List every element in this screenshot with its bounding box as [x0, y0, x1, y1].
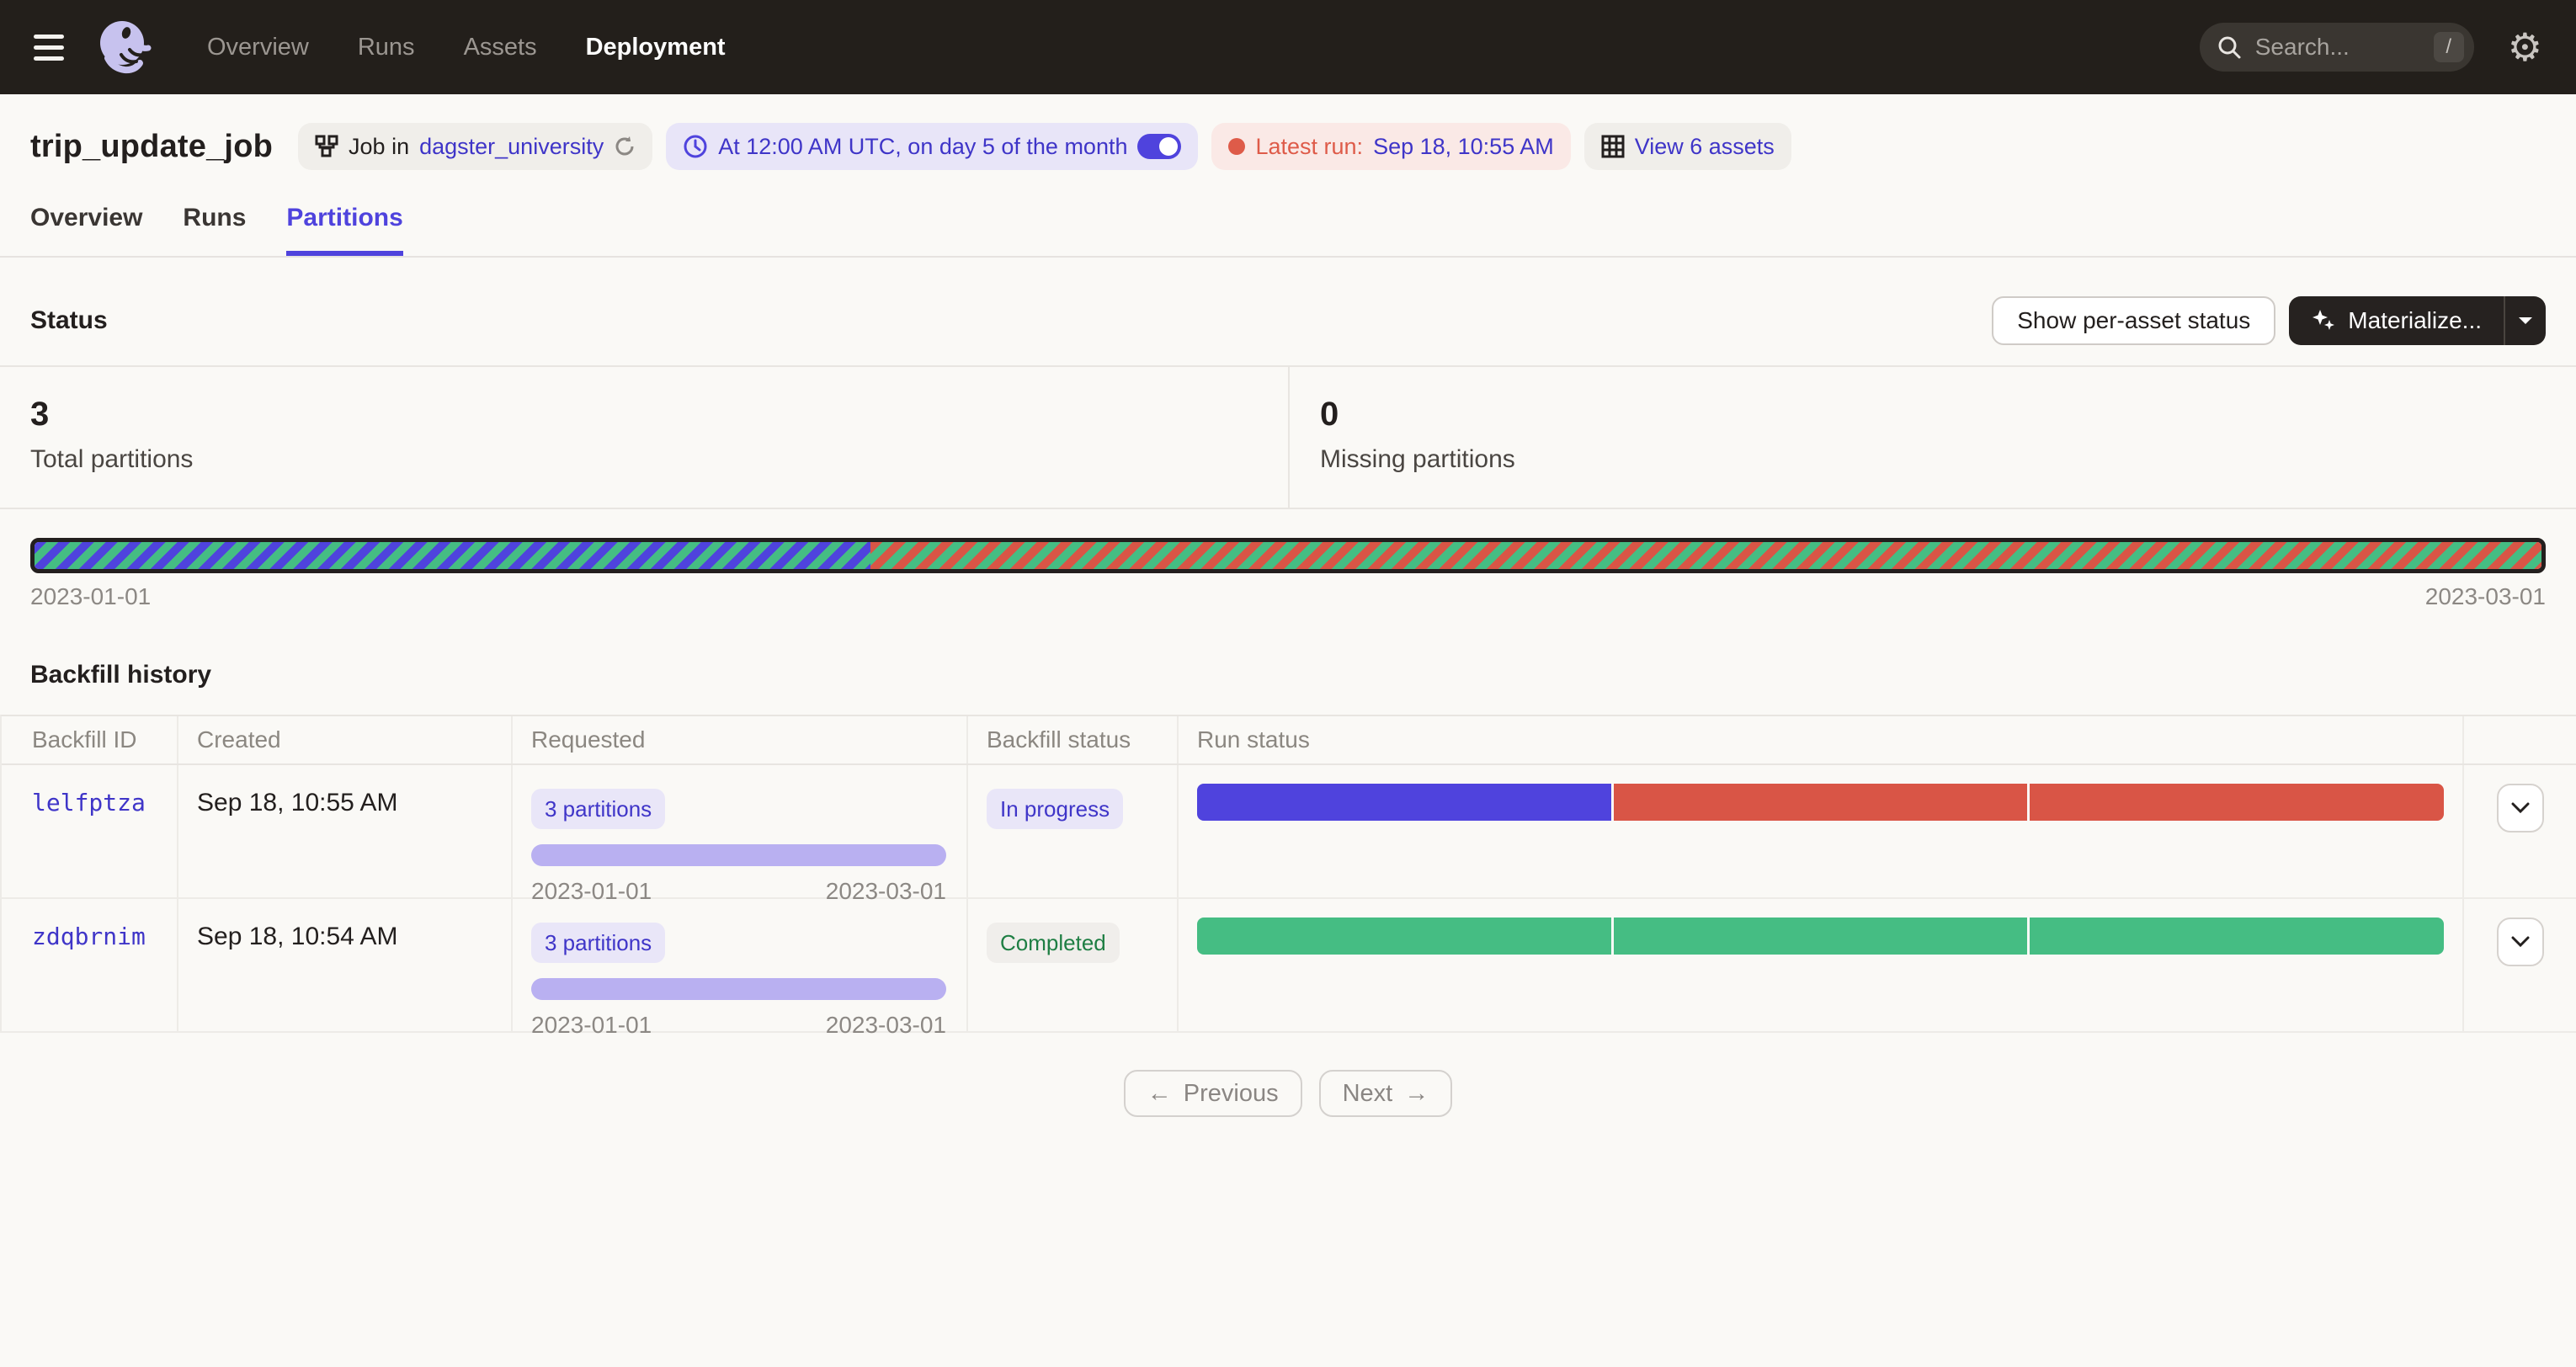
- job-graph-icon: [315, 135, 338, 158]
- schedule-label: At 12:00 AM UTC, on day 5 of the month: [718, 134, 1127, 160]
- stat-missing-partitions: 0 Missing partitions: [1288, 367, 2576, 508]
- schedule-toggle[interactable]: [1137, 134, 1181, 159]
- search-icon: [2217, 35, 2242, 60]
- requested-range-bar: [531, 978, 946, 1000]
- partition-status-bar-section: 2023-01-01 2023-03-01: [30, 538, 2546, 610]
- top-nav: Overview Runs Assets Deployment Search..…: [0, 0, 2576, 94]
- backfill-id-link[interactable]: lelfptza: [32, 789, 146, 816]
- missing-partitions-label: Missing partitions: [1320, 445, 2546, 474]
- backfill-table-header: Backfill ID Created Requested Backfill s…: [2, 716, 2576, 765]
- materialize-split-button: Materialize...: [2289, 296, 2546, 345]
- partitions-count-badge[interactable]: 3 partitions: [531, 789, 665, 829]
- tab-overview[interactable]: Overview: [30, 204, 142, 256]
- partition-range-end: 2023-03-01: [2425, 583, 2546, 610]
- sparkle-icon: [2311, 308, 2336, 333]
- run-segment[interactable]: [1197, 784, 1611, 821]
- status-section-header: Status Show per-asset status Materialize…: [0, 295, 2576, 347]
- partition-bar-segment-2[interactable]: [870, 542, 2541, 569]
- arrow-right-icon: →: [1404, 1080, 1429, 1108]
- created-value: Sep 18, 10:54 AM: [197, 923, 398, 950]
- tab-partitions[interactable]: Partitions: [286, 204, 402, 256]
- col-backfill-status: Backfill status: [968, 716, 1179, 763]
- asset-grid-icon: [1601, 135, 1625, 158]
- latest-run-link[interactable]: Sep 18, 10:55 AM: [1373, 134, 1554, 160]
- requested-end-date: 2023-03-01: [826, 1012, 946, 1039]
- nav-links: Overview Runs Assets Deployment: [207, 34, 726, 61]
- col-expand: [2464, 716, 2576, 763]
- backfill-history-table: Backfill ID Created Requested Backfill s…: [0, 715, 2576, 1033]
- status-heading: Status: [30, 306, 108, 335]
- reload-icon[interactable]: [614, 136, 636, 157]
- partition-range-start: 2023-01-01: [30, 583, 151, 610]
- arrow-left-icon: ←: [1147, 1080, 1172, 1108]
- search-input[interactable]: Search... /: [2200, 23, 2474, 72]
- run-segment[interactable]: [1614, 918, 2028, 955]
- table-row: lelfptza Sep 18, 10:55 AM 3 partitions 2…: [2, 765, 2576, 899]
- backfill-status-badge: In progress: [987, 789, 1123, 829]
- col-backfill-id: Backfill ID: [2, 716, 178, 763]
- caret-down-icon: [2518, 316, 2533, 326]
- job-tabs: Overview Runs Partitions: [0, 204, 2576, 258]
- partition-bar-segment-1[interactable]: [35, 542, 870, 569]
- latest-run-tag: Latest run: Sep 18, 10:55 AM: [1211, 123, 1570, 170]
- expand-row-button[interactable]: [2497, 784, 2544, 832]
- repo-link[interactable]: dagster_university: [419, 134, 604, 160]
- partition-stats: 3 Total partitions 0 Missing partitions: [0, 365, 2576, 509]
- col-requested: Requested: [513, 716, 968, 763]
- view-assets-tag: View 6 assets: [1584, 123, 1791, 170]
- created-value: Sep 18, 10:55 AM: [197, 789, 398, 816]
- page-title: trip_update_job: [30, 129, 273, 165]
- clock-icon: [683, 134, 708, 159]
- job-header: trip_update_job Job in dagster_universit…: [0, 120, 2576, 173]
- total-partitions-value: 3: [30, 396, 1258, 434]
- chevron-down-icon: [2511, 936, 2530, 948]
- col-run-status: Run status: [1179, 716, 2464, 763]
- run-status-bar[interactable]: [1197, 784, 2444, 821]
- next-page-button[interactable]: Next →: [1319, 1070, 1453, 1117]
- partition-status-bar[interactable]: [30, 538, 2546, 573]
- backfill-id-link[interactable]: zdqbrnim: [32, 923, 146, 950]
- nav-link-assets[interactable]: Assets: [464, 34, 537, 61]
- run-segment[interactable]: [2030, 918, 2444, 955]
- run-segment[interactable]: [1614, 784, 2028, 821]
- requested-start-date: 2023-01-01: [531, 1012, 652, 1039]
- materialize-button[interactable]: Materialize...: [2289, 296, 2504, 345]
- dagster-logo-icon[interactable]: [96, 18, 152, 77]
- materialize-dropdown-button[interactable]: [2504, 296, 2546, 345]
- run-segment[interactable]: [2030, 784, 2444, 821]
- previous-page-button[interactable]: ← Previous: [1124, 1070, 1302, 1117]
- stat-total-partitions: 3 Total partitions: [0, 367, 1288, 508]
- backfill-history-heading: Backfill history: [30, 661, 2546, 689]
- backfill-status-badge: Completed: [987, 923, 1120, 963]
- run-status-bar[interactable]: [1197, 918, 2444, 955]
- requested-range-bar: [531, 844, 946, 866]
- run-status-dot: [1228, 138, 1245, 155]
- missing-partitions-value: 0: [1320, 396, 2546, 434]
- view-assets-link[interactable]: View 6 assets: [1635, 134, 1775, 160]
- run-segment[interactable]: [1197, 918, 1611, 955]
- schedule-tag: At 12:00 AM UTC, on day 5 of the month: [666, 123, 1198, 170]
- pagination: ← Previous Next →: [0, 1070, 2576, 1117]
- nav-link-deployment[interactable]: Deployment: [586, 34, 726, 61]
- tab-runs[interactable]: Runs: [183, 204, 246, 256]
- job-location-tag: Job in dagster_university: [298, 123, 652, 170]
- partitions-count-badge[interactable]: 3 partitions: [531, 923, 665, 963]
- show-per-asset-status-button[interactable]: Show per-asset status: [1992, 296, 2275, 345]
- hamburger-menu-icon[interactable]: [34, 35, 64, 61]
- expand-row-button[interactable]: [2497, 918, 2544, 966]
- job-in-label: Job in: [349, 134, 409, 160]
- settings-gear-icon[interactable]: ⚙: [2508, 28, 2542, 66]
- col-created: Created: [178, 716, 513, 763]
- search-shortcut-key: /: [2434, 32, 2464, 62]
- chevron-down-icon: [2511, 802, 2530, 814]
- total-partitions-label: Total partitions: [30, 445, 1258, 474]
- nav-link-overview[interactable]: Overview: [207, 34, 309, 61]
- search-placeholder: Search...: [2255, 34, 2434, 61]
- nav-link-runs[interactable]: Runs: [358, 34, 415, 61]
- latest-run-label: Latest run:: [1255, 134, 1363, 160]
- table-row: zdqbrnim Sep 18, 10:54 AM 3 partitions 2…: [2, 899, 2576, 1033]
